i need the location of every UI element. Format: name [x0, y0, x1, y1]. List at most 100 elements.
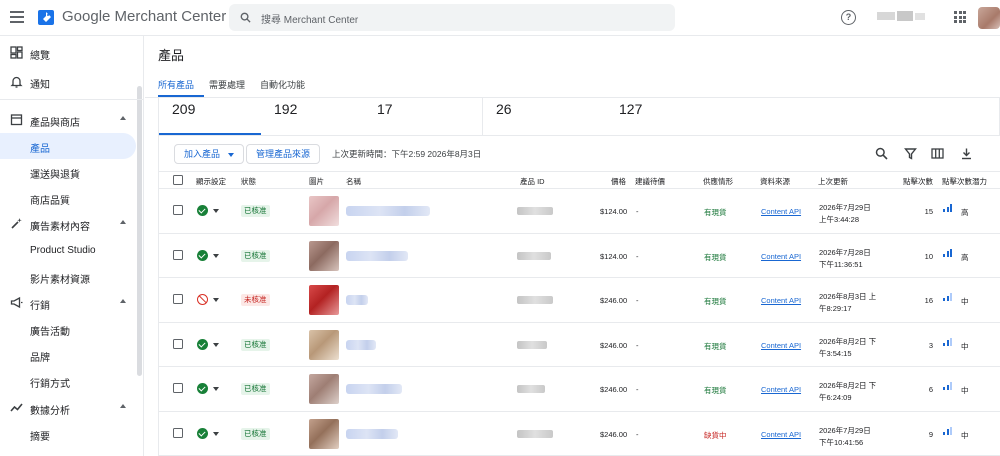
data-source-link[interactable]: Content API — [761, 341, 801, 350]
sidebar-item-shipping-returns[interactable]: 運送與退貨 — [0, 159, 136, 185]
visible-check-icon[interactable] — [197, 338, 208, 350]
product-thumbnail[interactable] — [309, 329, 339, 360]
add-product-button[interactable]: 加入產品 — [174, 144, 245, 164]
filter-icon[interactable] — [904, 147, 917, 160]
visible-check-icon[interactable] — [197, 427, 208, 439]
sidebar-item-products[interactable]: 產品 — [0, 133, 136, 159]
data-source-link[interactable]: Content API — [761, 385, 801, 394]
product-id-redacted — [517, 340, 547, 349]
data-source-link[interactable]: Content API — [761, 430, 801, 439]
column-header[interactable]: 供應情形 — [703, 176, 733, 187]
row-checkbox[interactable] — [173, 338, 183, 349]
sidebar-item-product-studio[interactable]: Product Studio — [0, 238, 136, 264]
chevron-down-icon[interactable] — [213, 387, 219, 391]
count-limited[interactable]: 26 — [496, 101, 512, 117]
sidebar-item-video-assets[interactable]: 影片素材資源 — [0, 264, 136, 290]
last-updated-time: 上午3:44:28 — [819, 215, 860, 224]
chevron-down-icon[interactable] — [213, 431, 219, 436]
last-updated-time: 午8:29:17 — [819, 304, 852, 313]
data-source-link[interactable]: Content API — [761, 252, 801, 261]
product-name-redacted[interactable] — [346, 339, 376, 350]
search-input[interactable]: 搜尋 Merchant Center — [229, 4, 675, 31]
column-header[interactable]: 點擊次數 — [903, 176, 933, 187]
column-header[interactable]: 名稱 — [346, 176, 361, 187]
sidebar-divider — [0, 99, 143, 100]
table-row[interactable]: 已核准 $246.00- 缺貨中 Content API 2026年7月29日 下午10:… — [159, 412, 1000, 456]
sidebar-scrollbar[interactable] — [137, 86, 142, 376]
sidebar-item-products-and-store[interactable]: 產品與商店 — [0, 107, 136, 133]
count-total[interactable]: 209 — [172, 101, 195, 117]
hamburger-menu-icon[interactable] — [10, 11, 24, 23]
visible-check-icon[interactable] — [197, 205, 208, 216]
column-header[interactable]: 上次更新 — [818, 176, 848, 187]
product-thumbnail[interactable] — [309, 374, 339, 404]
row-checkbox[interactable] — [173, 427, 183, 438]
sidebar-item-label: 摘要 — [30, 432, 50, 443]
chevron-down-icon[interactable] — [213, 209, 219, 213]
not-visible-icon[interactable] — [197, 294, 208, 305]
manage-sources-button[interactable]: 管理產品來源 — [246, 144, 321, 164]
sidebar-item-marketing[interactable]: 行銷 — [0, 290, 136, 316]
availability: 有現貨 — [704, 297, 727, 306]
suggested-price: - — [636, 340, 639, 350]
last-updated-time: 午6:24:09 — [819, 393, 852, 402]
download-icon[interactable] — [960, 147, 973, 160]
sidebar-item-marketing-methods[interactable]: 行銷方式 — [0, 368, 136, 394]
tab-needs-attention[interactable]: 需要處理 — [209, 78, 245, 91]
row-checkbox[interactable] — [173, 249, 183, 260]
product-thumbnail[interactable] — [309, 418, 339, 449]
column-header[interactable]: 顯示設定 — [196, 176, 226, 187]
table-row[interactable]: 未核准 $246.00- 有現貨 Content API 2026年8月3日 上午8:2… — [159, 278, 1000, 323]
sidebar-item-analytics[interactable]: 數據分析 — [0, 395, 136, 421]
column-header[interactable]: 狀態 — [241, 176, 256, 187]
visible-check-icon[interactable] — [197, 383, 208, 394]
help-icon[interactable]: ? — [841, 10, 856, 25]
sidebar-item-overview[interactable]: 總覽 — [0, 40, 136, 66]
product-name-redacted[interactable] — [346, 428, 398, 439]
count-pending[interactable]: 127 — [619, 101, 642, 117]
data-source-link[interactable]: Content API — [761, 296, 801, 305]
row-checkbox[interactable] — [173, 383, 183, 393]
table-row[interactable]: 已核准 $124.00- 有現貨 Content API 2026年7月28日 下午11:… — [159, 234, 1000, 278]
sidebar-item-creative-content[interactable]: 廣告素材內容 — [0, 211, 136, 237]
sidebar-item-notifications[interactable]: 通知 — [0, 69, 136, 95]
table-row[interactable]: 已核准 $246.00- 有現貨 Content API 2026年8月2日 下午6:2… — [159, 367, 1000, 412]
row-checkbox[interactable] — [173, 205, 183, 215]
column-header[interactable]: 點擊次數潛力 — [942, 176, 987, 187]
column-header[interactable]: 價格 — [611, 176, 626, 187]
product-thumbnail[interactable] — [309, 240, 339, 271]
product-name-redacted[interactable] — [346, 250, 408, 261]
visible-check-icon[interactable] — [197, 249, 208, 261]
tab-all-products[interactable]: 所有產品 — [158, 78, 194, 91]
apps-grid-icon[interactable] — [954, 11, 966, 23]
tab-automation[interactable]: 自動化功能 — [260, 78, 305, 91]
product-name-redacted[interactable] — [346, 384, 402, 394]
count-not-approved[interactable]: 17 — [377, 101, 393, 117]
product-thumbnail[interactable] — [309, 196, 339, 226]
product-name-redacted[interactable] — [346, 206, 430, 216]
sidebar-item-campaigns[interactable]: 廣告活動 — [0, 316, 136, 342]
chevron-down-icon[interactable] — [213, 342, 219, 347]
count-approved[interactable]: 192 — [274, 101, 297, 117]
table-row[interactable]: 已核准 $124.00- 有現貨 Content API 2026年7月29日 上午3:4… — [159, 189, 1000, 234]
product-thumbnail[interactable] — [309, 285, 339, 315]
sidebar-item-store-quality[interactable]: 商店品質 — [0, 185, 136, 211]
account-name-redacted[interactable] — [877, 9, 929, 25]
search-icon[interactable] — [875, 147, 888, 160]
select-all-checkbox[interactable] — [173, 175, 183, 185]
data-source-link[interactable]: Content API — [761, 207, 801, 216]
column-header[interactable]: 建議待價 — [635, 176, 665, 187]
chevron-down-icon[interactable] — [213, 298, 219, 302]
availability: 有現貨 — [704, 208, 727, 217]
column-header[interactable]: 圖片 — [309, 176, 324, 187]
columns-icon[interactable] — [931, 147, 944, 160]
table-row[interactable]: 已核准 $246.00- 有現貨 Content API 2026年8月2日 下午3:5… — [159, 323, 1000, 367]
sidebar-item-summary[interactable]: 摘要 — [0, 421, 136, 447]
product-name-redacted[interactable] — [346, 295, 368, 305]
row-checkbox[interactable] — [173, 294, 183, 304]
column-header[interactable]: 資料來源 — [760, 176, 790, 187]
column-header[interactable]: 產品 ID — [520, 176, 545, 187]
sidebar-item-brand[interactable]: 品牌 — [0, 342, 136, 368]
chevron-down-icon[interactable] — [213, 253, 219, 258]
avatar[interactable] — [978, 7, 1000, 29]
